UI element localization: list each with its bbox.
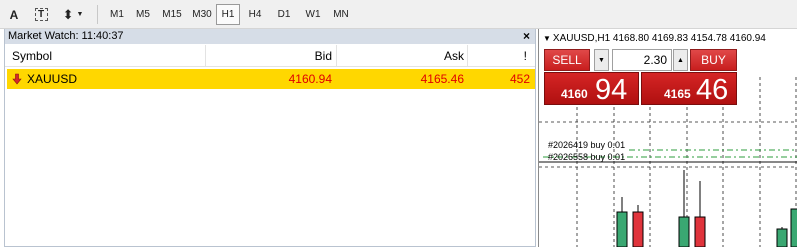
candle-body <box>632 211 644 247</box>
ask-cell: 4165.46 <box>420 72 464 86</box>
timeframe-d1[interactable]: D1 <box>272 4 296 25</box>
text-tool-button[interactable]: A <box>6 4 22 25</box>
timeframe-w1[interactable]: W1 <box>300 4 326 25</box>
buy-price-box[interactable]: 4165 46 <box>641 72 737 106</box>
sell-button[interactable]: SELL <box>544 49 590 71</box>
chevron-up-icon: ▲ <box>677 56 684 64</box>
arrows-tool-button[interactable]: ⬍ ▼ <box>58 4 88 25</box>
chevron-down-icon: ▼ <box>598 56 605 64</box>
lot-increase-button[interactable]: ▲ <box>673 49 688 71</box>
column-divider[interactable] <box>205 45 206 67</box>
timeframe-mn[interactable]: MN <box>328 4 354 25</box>
down-arrow-icon <box>12 69 22 89</box>
candle-body <box>678 216 690 247</box>
timeframe-m30[interactable]: M30 <box>188 4 216 25</box>
buy-price-big: 46 <box>696 74 729 106</box>
toolbar-divider <box>97 5 98 24</box>
order-label[interactable]: #2026419 buy 0.01 <box>548 140 625 150</box>
market-watch-header: Symbol Bid Ask ! <box>5 45 535 67</box>
chevron-down-icon: ▼ <box>76 11 84 18</box>
timeframe-h4[interactable]: H4 <box>243 4 267 25</box>
lot-input[interactable]: 2.30 <box>612 49 672 71</box>
column-header-symbol[interactable]: Symbol <box>12 45 52 67</box>
candle-body <box>616 211 628 247</box>
timeframe-m5[interactable]: M5 <box>131 4 155 25</box>
market-watch-title: Market Watch: 11:40:37 × <box>5 29 535 44</box>
candle-body <box>776 228 788 247</box>
arrows-icon: ⬍ <box>62 6 74 22</box>
sell-price-box[interactable]: 4160 94 <box>544 72 639 106</box>
text-label-icon: T <box>34 8 48 21</box>
candle-body <box>790 208 797 247</box>
terminal-window: A T ⬍ ▼ M1 M5 M15 M30 H1 H4 D1 W1 MN Mar… <box>0 0 797 247</box>
timeframe-m1[interactable]: M1 <box>105 4 129 25</box>
chart-collapse-icon: ▼ <box>543 34 551 43</box>
spread-cell: 452 <box>509 72 530 86</box>
text-label-tool-button[interactable]: T <box>32 4 50 25</box>
market-watch-panel: Market Watch: 11:40:37 × Symbol Bid Ask … <box>4 29 536 247</box>
bid-cell: 4160.94 <box>288 72 332 86</box>
timeframe-h1[interactable]: H1 <box>216 4 240 25</box>
sell-price-big: 94 <box>595 74 628 106</box>
column-header-bid[interactable]: Bid <box>205 45 332 67</box>
toolbar: A T ⬍ ▼ M1 M5 M15 M30 H1 H4 D1 W1 MN <box>0 0 797 29</box>
buy-price-small: 4165 <box>664 87 691 101</box>
column-header-spread[interactable]: ! <box>467 45 527 67</box>
close-icon[interactable]: × <box>523 29 530 44</box>
column-header-ask[interactable]: Ask <box>336 45 464 67</box>
lot-decrease-button[interactable]: ▼ <box>594 49 609 71</box>
chart-header-text: XAUUSD,H1 4168.80 4169.83 4154.78 4160.9… <box>552 33 766 44</box>
chart-window[interactable]: ▼ XAUUSD,H1 4168.80 4169.83 4154.78 4160.… <box>538 29 797 247</box>
column-divider[interactable] <box>336 45 337 67</box>
text-icon: A <box>9 7 19 22</box>
table-row[interactable]: XAUUSD 4160.94 4165.46 452 <box>7 69 535 89</box>
symbol-cell: XAUUSD <box>27 72 78 86</box>
column-divider[interactable] <box>467 45 468 67</box>
timeframe-m15[interactable]: M15 <box>158 4 186 25</box>
market-watch-title-text: Market Watch: 11:40:37 <box>8 30 124 42</box>
candle-body <box>694 216 706 247</box>
sell-price-small: 4160 <box>561 87 588 101</box>
order-label[interactable]: #2026558 buy 0.01 <box>548 152 625 162</box>
chart-header: ▼ XAUUSD,H1 4168.80 4169.83 4154.78 4160.… <box>543 33 766 44</box>
buy-button[interactable]: BUY <box>690 49 737 71</box>
